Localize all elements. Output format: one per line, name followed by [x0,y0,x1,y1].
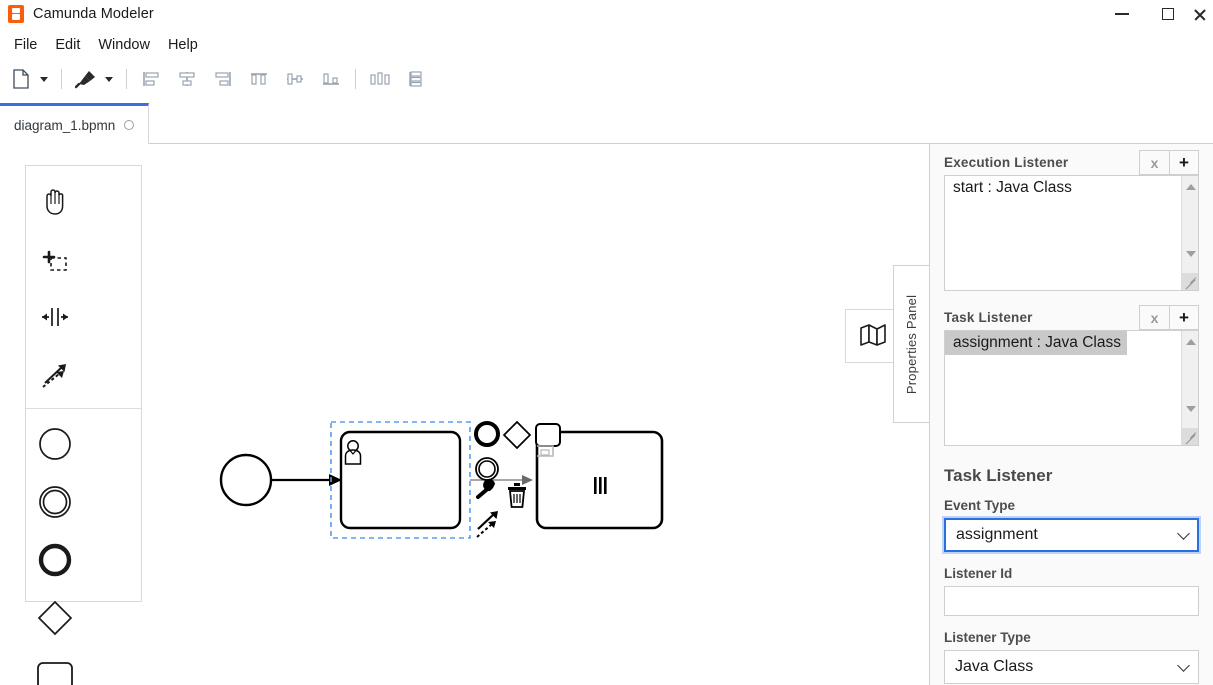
task-listener-option[interactable]: assignment : Java Class [945,331,1127,355]
user-icon [344,440,362,465]
tab-diagram-1[interactable]: diagram_1.bpmn [0,103,150,144]
unsaved-dot-icon[interactable] [124,120,135,130]
details-section-title: Task Listener [944,466,1053,485]
event-type-select[interactable]: assignment [942,516,1201,554]
camunda-logo-icon [8,5,24,23]
menu-item-file[interactable]: File [5,35,46,55]
context-change-type[interactable] [476,479,495,499]
properties-panel-tab[interactable]: Properties Panel [893,265,929,423]
context-connect-element[interactable] [476,511,498,538]
align-bottom-button[interactable] [316,64,346,94]
scroll-up-icon[interactable] [1182,333,1198,350]
toolbar [0,60,1213,98]
menu-item-edit[interactable]: Edit [46,35,89,55]
execution-listener-resize-grip[interactable] [1181,273,1198,290]
execution-listener-listbox[interactable]: start : Java Class [944,175,1199,291]
chevron-down-icon [40,76,48,82]
listener-type-select[interactable]: Java Class [944,650,1199,684]
context-append-intermediate-event[interactable] [475,457,499,481]
task-listener-resize-grip[interactable] [1181,428,1198,445]
context-append-task[interactable] [535,423,561,447]
task-listener-header: Task Listener x + [944,305,1199,330]
align-left-button[interactable] [136,64,166,94]
distribute-horizontally-button[interactable] [365,64,395,94]
context-append-gateway[interactable] [502,420,532,450]
bpmn-diagram[interactable] [0,144,929,685]
task-listener-listbox[interactable]: assignment : Java Class [944,330,1199,446]
scroll-down-icon[interactable] [1182,400,1198,417]
listener-id-field [944,586,1199,616]
execution-listener-remove-button[interactable]: x [1139,150,1169,175]
window-title: Camunda Modeler [33,6,154,22]
window-controls [1099,0,1213,28]
tab-strip-empty-area [155,103,1213,144]
task-listener-group: Task Listener x + assignment : Java Clas… [944,305,1199,446]
task-listener-remove-button[interactable]: x [1139,305,1169,330]
toolbar-separator [61,69,62,89]
user-task-node[interactable] [339,430,462,530]
maximize-button[interactable] [1145,0,1191,28]
title-bar: Camunda Modeler [0,0,1213,28]
execution-listener-group: Execution Listener x + start : Java Clas… [944,150,1199,291]
close-button[interactable] [1191,0,1213,28]
scroll-up-icon[interactable] [1182,178,1198,195]
listener-id-input[interactable] [944,586,1199,616]
new-file-dropdown[interactable] [36,64,52,94]
minimize-button[interactable] [1099,0,1145,28]
menu-item-help[interactable]: Help [159,35,207,55]
align-center-button[interactable] [172,64,202,94]
menu-bar: File Edit Window Help [0,32,1213,58]
task-listener-add-button[interactable]: + [1169,305,1199,330]
toolbar-separator [126,69,127,89]
execution-listener-add-button[interactable]: + [1169,150,1199,175]
chevron-down-icon [105,76,113,82]
listener-type-field: Java Class [944,650,1199,684]
listener-id-label: Listener Id [944,566,1013,581]
camunda-modeler-window: Camunda Modeler File Edit Window Help di… [0,0,1213,685]
context-append-end-event[interactable] [474,421,500,447]
brush-tool-button[interactable] [71,64,101,94]
tab-strip: diagram_1.bpmn [0,103,1213,144]
context-delete-element[interactable] [508,483,526,508]
align-right-button[interactable] [208,64,238,94]
event-type-label: Event Type [944,498,1016,513]
new-file-button[interactable] [6,64,36,94]
execution-listener-header: Execution Listener x + [944,150,1199,175]
scroll-down-icon[interactable] [1182,245,1198,262]
tab-label: diagram_1.bpmn [14,117,116,133]
parallel-multi-instance-icon [594,477,607,494]
listener-type-label: Listener Type [944,630,1031,645]
menu-item-window[interactable]: Window [89,35,159,55]
properties-panel-tab-label: Properties Panel [904,294,919,394]
properties-panel: Execution Listener x + start : Java Clas… [929,144,1213,685]
toolbar-separator [355,69,356,89]
align-middle-button[interactable] [280,64,310,94]
task-listener-title: Task Listener [944,310,1033,325]
distribute-vertically-button[interactable] [401,64,431,94]
execution-listener-title: Execution Listener [944,155,1069,170]
event-type-field: assignment [942,516,1201,554]
align-top-button[interactable] [244,64,274,94]
start-event-node[interactable] [219,453,273,507]
brush-dropdown[interactable] [101,64,117,94]
diagram-canvas[interactable] [0,144,929,685]
execution-listener-option[interactable]: start : Java Class [945,176,1198,200]
